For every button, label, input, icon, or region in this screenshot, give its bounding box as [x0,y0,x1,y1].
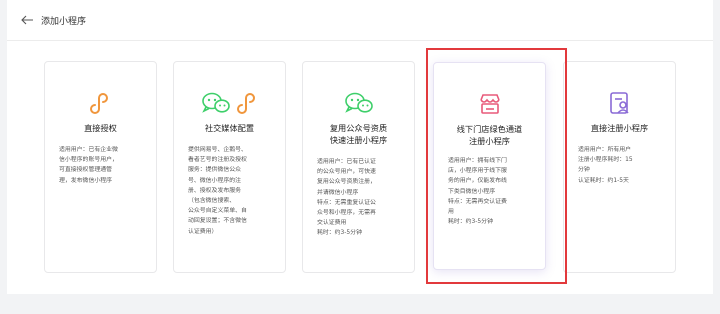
card-title: 复用公众号资质 快速注册小程序 [329,123,388,145]
selection-highlight-frame [426,48,567,284]
register-form-icon [564,88,675,118]
card-reuse-official-account[interactable]: 复用公众号资质 快速注册小程序 适用用户：已有已认证 的公众号用户，可快速 复用… [302,61,415,273]
page-title: 添加小程序 [41,16,87,27]
wechat-icon [303,88,414,118]
main-panel: 添加小程序 直接授权 适用用户：已有企业微 信小程序的账号用户， 可直接授权管理… [7,0,713,294]
wechat-icon [201,92,230,113]
page-header: 添加小程序 [7,0,713,41]
back-button[interactable] [19,12,35,28]
card-description: 适用用户：所有用户 注册小程序耗时：15 分钟 认证耗时：约1-5天 [578,147,633,184]
arrow-left-icon [20,15,33,25]
card-social-media-config[interactable]: 社交媒体配置 提供网易号、企鹅号、 看者艺号的注册及授权 服务：提供微信公众 号… [173,61,286,273]
wechat-and-mini-program-icon [174,88,285,118]
mini-program-icon [236,93,255,114]
card-title: 直接注册小程序 [590,123,649,133]
card-description: 适用用户：已有已认证 的公众号用户，可快速 复用公众号资质注册， 并请微信小程序… [317,159,376,237]
card-title: 直接授权 [84,123,117,133]
card-description: 适用用户：已有企业微 信小程序的账号用户， 可直接授权管理通管 理，发布微信小程… [59,147,118,184]
card-direct-register[interactable]: 直接注册小程序 适用用户：所有用户 注册小程序耗时：15 分钟 认证耗时：约1-… [563,61,676,273]
card-direct-authorize[interactable]: 直接授权 适用用户：已有企业微 信小程序的账号用户， 可直接授权管理通管 理，发… [44,61,157,273]
mini-program-icon [45,88,156,118]
card-title: 社交媒体配置 [204,123,255,133]
card-description: 提供网易号、企鹅号、 看者艺号的注册及授权 服务：提供微信公众 号、微信小程序的… [188,147,247,235]
